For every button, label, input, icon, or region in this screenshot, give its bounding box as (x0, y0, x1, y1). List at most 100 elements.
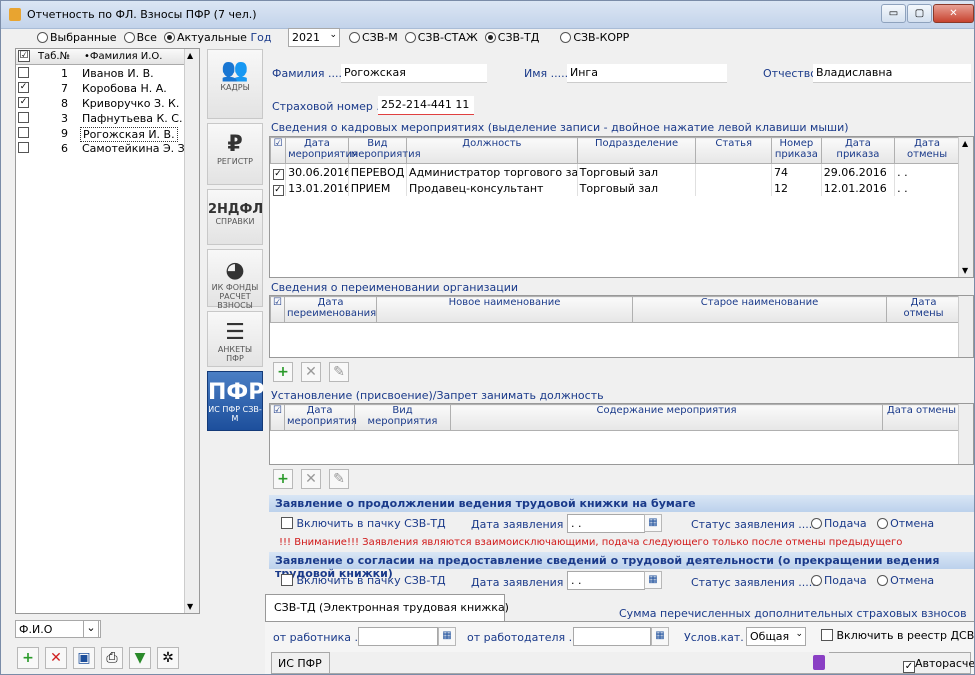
calendar-icon[interactable]: ▦ (644, 571, 662, 589)
last-name-field[interactable]: Рогожская (341, 64, 487, 83)
employee-row[interactable]: 6 Самотейкина Э. З. (16, 141, 188, 156)
consent-radio-submit[interactable]: Подача (811, 574, 867, 587)
ban-col-content[interactable]: Содержание мероприятия (450, 404, 883, 431)
rename-delete-icon[interactable]: ✕ (301, 362, 321, 382)
snils-field[interactable]: 252-214-441 11 (378, 96, 474, 115)
hr-col-date[interactable]: Дата мероприятия (285, 137, 358, 164)
sort-dropdown-icon[interactable]: ⌄ (83, 620, 99, 638)
cond-select[interactable]: Общая ⌄ (746, 627, 806, 646)
paper-include-checkbox[interactable]: Включить в пачку СЗВ-ТД (281, 517, 446, 530)
paper-radio-cancel[interactable]: Отмена (877, 517, 934, 530)
rename-col-old-name[interactable]: Старое наименование (632, 296, 887, 323)
from-worker-field[interactable] (358, 627, 438, 646)
consent-include-checkbox[interactable]: Включить в пачку СЗВ-ТД (281, 574, 446, 587)
employee-scrollbar[interactable]: ▲ ▼ (184, 49, 199, 613)
is-pfr-field[interactable] (329, 652, 829, 673)
col-name[interactable]: •Фамилия И.О. (84, 51, 162, 62)
rename-col-check[interactable]: ☑ (270, 296, 285, 323)
rename-edit-icon[interactable]: ✎ (329, 362, 349, 382)
ban-col-date[interactable]: Дата мероприятия (284, 404, 357, 431)
maximize-button[interactable]: ▢ (907, 4, 932, 23)
rename-add-icon[interactable]: + (273, 362, 293, 382)
employee-row[interactable]: 3 Пафнутьева К. С. (16, 111, 186, 126)
radio-szv-stazh[interactable]: СЗВ-СТАЖ (404, 31, 478, 44)
first-name-field[interactable]: Инга (567, 64, 727, 83)
ban-edit-icon[interactable]: ✎ (329, 469, 349, 489)
hr-col-position[interactable]: Должность (406, 137, 578, 164)
pfr-book-icon[interactable] (813, 655, 825, 670)
radio-szv-m[interactable]: СЗВ-М (349, 31, 398, 44)
col-tab[interactable]: Таб.№ (38, 51, 70, 62)
hr-row[interactable]: ✓ 13.01.2016 ПРИЕМ Продавец-консультант Торг… (270, 180, 960, 196)
from-employer-field[interactable] (573, 627, 651, 646)
paper-date-field[interactable]: . . (567, 514, 645, 533)
tab-szv-td[interactable]: СЗВ-ТД (Электронная трудовая книжка) (265, 594, 509, 622)
hr-col-article[interactable]: Статья (695, 137, 773, 164)
side-btn-ndfl[interactable]: 2НДФЛ СПРАВКИ (207, 189, 263, 245)
settings-icon[interactable]: ✲ (157, 647, 179, 669)
hr-row-checkbox[interactable]: ✓ (270, 163, 287, 180)
ban-col-check[interactable]: ☑ (270, 404, 285, 431)
radio-selected[interactable]: Выбранные (37, 31, 117, 44)
scroll-up-icon[interactable]: ▲ (962, 139, 968, 148)
employee-checkbox[interactable]: ✓ (18, 82, 29, 93)
ban-add-icon[interactable]: + (273, 469, 293, 489)
hr-col-type[interactable]: Вид мероприятия (347, 137, 421, 164)
calculator-icon[interactable]: ▦ (651, 627, 669, 646)
save-icon[interactable]: ▣ (73, 647, 95, 669)
employee-row[interactable]: ✓ 7 Коробова Н. А. (16, 81, 186, 96)
hr-row[interactable]: ✓ 30.06.2016 ПЕРЕВОД Администратор торговог… (270, 163, 960, 180)
radio-szv-td[interactable]: СЗВ-ТД (484, 31, 539, 44)
hr-col-order-date[interactable]: Дата приказа (820, 137, 896, 164)
side-btn-registr[interactable]: ₽ РЕГИСТР (207, 123, 263, 185)
consent-date-field[interactable]: . . (567, 571, 645, 590)
side-btn-ankety[interactable]: ☰ АНКЕТЫ ПФР (207, 311, 263, 367)
hr-row-checkbox[interactable]: ✓ (270, 180, 287, 196)
dsv-checkbox[interactable]: Включить в реестр ДСВ-3 (821, 629, 974, 642)
rename-col-new-name[interactable]: Новое наименование (376, 296, 633, 323)
close-button[interactable]: ✕ (933, 4, 974, 23)
employee-row[interactable]: 1 Иванов И. В. (16, 66, 186, 81)
scroll-down-icon[interactable]: ▼ (187, 602, 193, 611)
rename-scrollbar[interactable] (958, 296, 973, 357)
ban-col-type[interactable]: Вид мероприятия (354, 404, 451, 431)
consent-radio-cancel[interactable]: Отмена (877, 574, 934, 587)
autocalc-checkbox[interactable]: ✓ Авторасчет (903, 657, 974, 673)
calculator-icon[interactable]: ▦ (438, 627, 456, 646)
employee-checkbox[interactable] (18, 67, 29, 78)
year-select[interactable]: 2021 ⌄ (288, 28, 340, 47)
scroll-down-icon[interactable]: ▼ (962, 266, 968, 275)
radio-szv-korr[interactable]: СЗВ-КОРР (560, 31, 629, 44)
employee-row[interactable]: ✓ 8 Криворучко З. К. (16, 96, 186, 111)
ban-scrollbar[interactable] (958, 404, 973, 464)
employee-row[interactable]: 9 Рогожская И. В. (16, 126, 186, 142)
side-btn-kadry[interactable]: 👥 КАДРЫ (207, 49, 263, 119)
employee-checkbox[interactable] (18, 142, 29, 153)
radio-actual[interactable]: Актуальные (163, 31, 247, 44)
side-btn-pfr[interactable]: ПФР ИС ПФР СЗВ-М (207, 371, 264, 431)
select-all-checkbox[interactable]: ☑ (18, 50, 30, 62)
hr-col-order-number[interactable]: Номер приказа (771, 137, 822, 164)
calendar-icon[interactable]: ▦ (644, 514, 662, 532)
rename-col-date[interactable]: Дата переименования (284, 296, 377, 323)
employee-checkbox[interactable]: ✓ (18, 97, 29, 108)
employee-checkbox[interactable] (18, 127, 29, 138)
minimize-button[interactable]: ▭ (881, 4, 906, 23)
hr-col-department[interactable]: Подразделение (576, 137, 697, 164)
middle-name-field[interactable]: Владиславна (813, 64, 971, 83)
radio-all[interactable]: Все (123, 31, 157, 44)
delete-icon[interactable]: ✕ (45, 647, 67, 669)
scroll-up-icon[interactable]: ▲ (187, 51, 193, 60)
side-btn-funds[interactable]: ◕ ИК ФОНДЫ РАСЧЕТ ВЗНОСЫ (207, 249, 263, 310)
add-icon[interactable]: + (17, 647, 39, 669)
employee-checkbox[interactable] (18, 112, 29, 123)
hr-scrollbar[interactable]: ▲ ▼ (958, 137, 973, 277)
ban-delete-icon[interactable]: ✕ (301, 469, 321, 489)
hr-col-cancel-date[interactable]: Дата отмены (894, 137, 960, 164)
print-icon[interactable]: ⎙ (101, 647, 123, 669)
paper-radio-submit[interactable]: Подача (811, 517, 867, 530)
hr-col-check[interactable]: ☑ (270, 137, 287, 164)
rename-col-cancel-date[interactable]: Дата отмены (886, 296, 961, 323)
filter-icon[interactable]: ▼ (129, 647, 151, 669)
ban-col-cancel-date[interactable]: Дата отмены (882, 404, 961, 431)
